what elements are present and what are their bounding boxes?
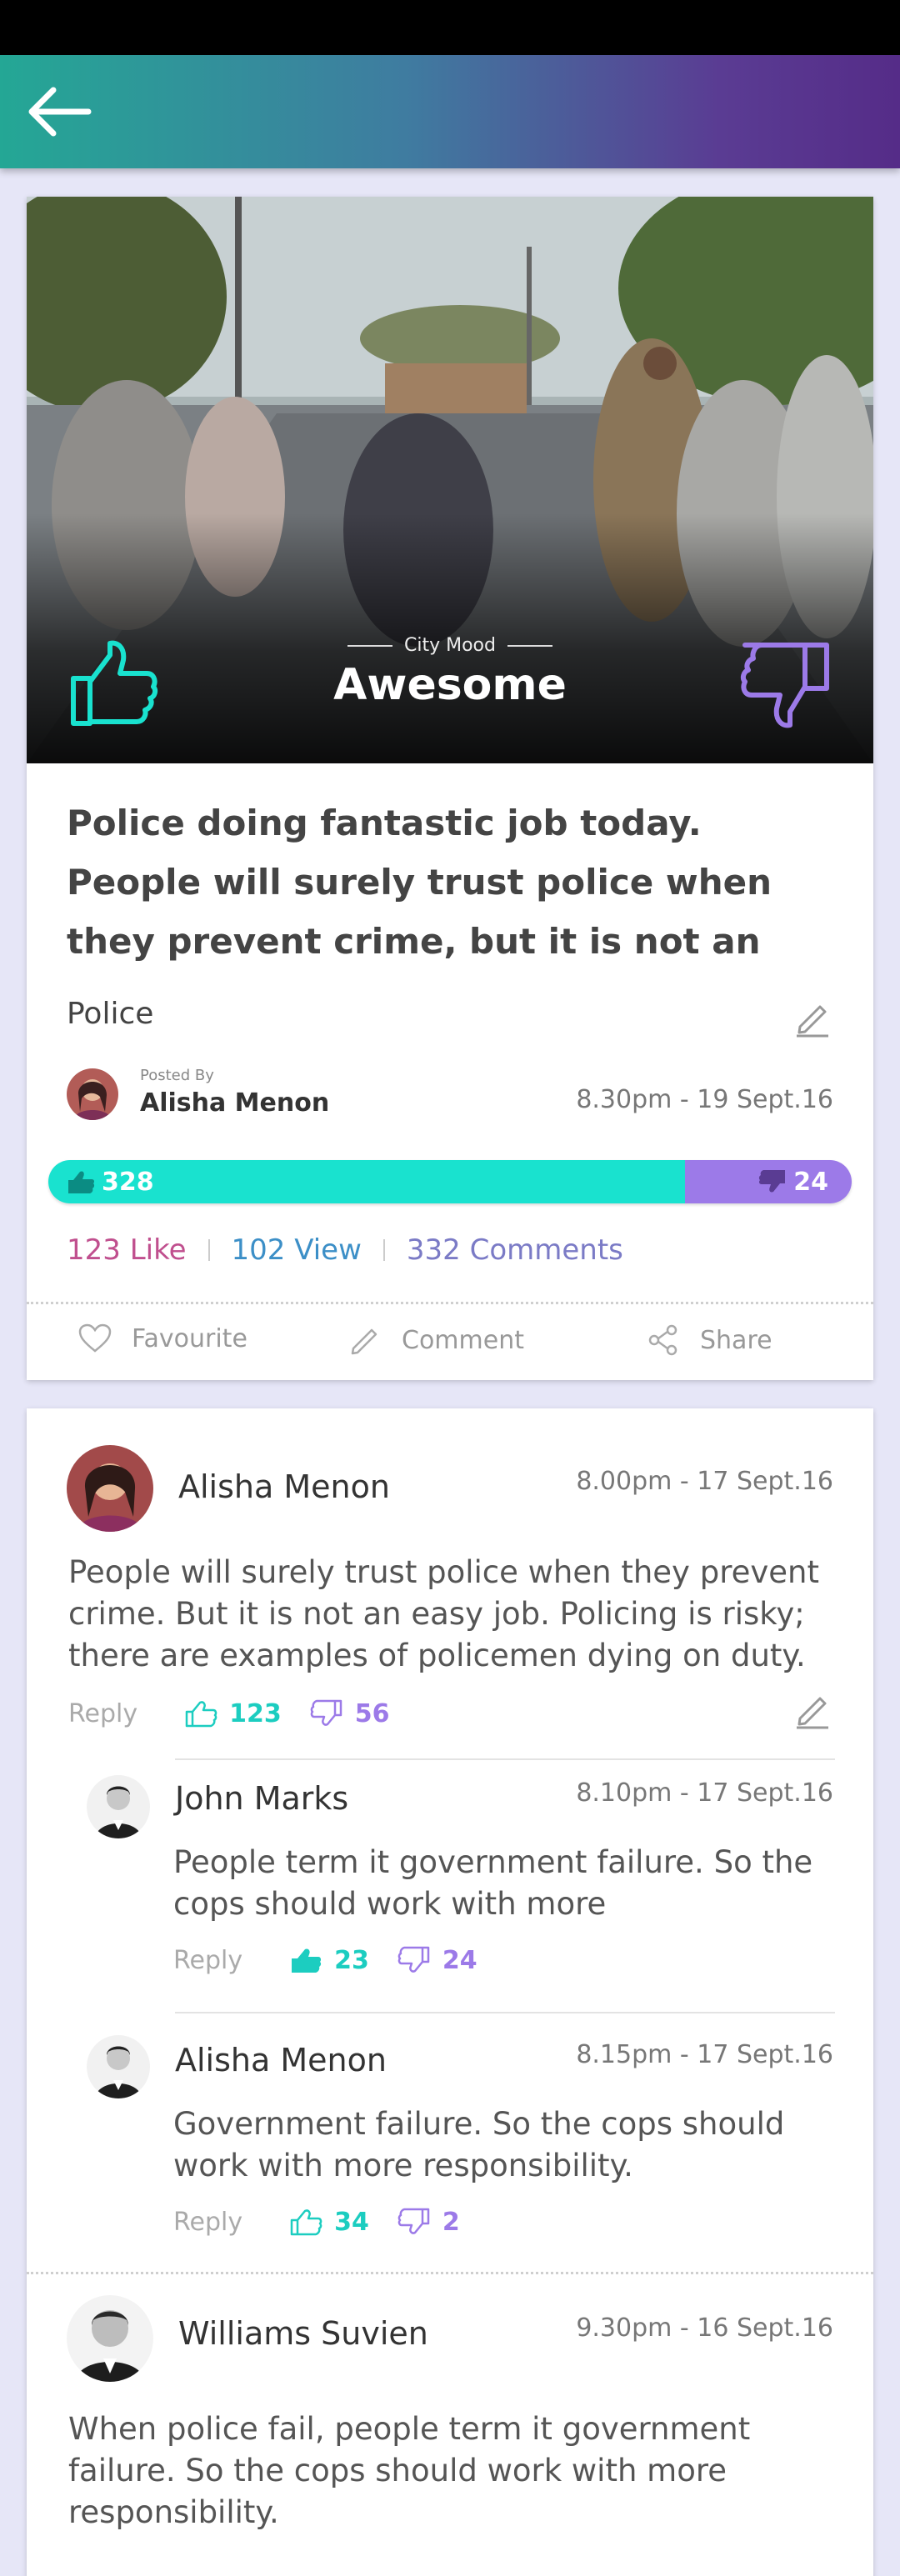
like-count-link[interactable]: 123 Like	[67, 1233, 187, 1267]
divider	[175, 1758, 835, 1760]
post-category: Police	[67, 997, 154, 1031]
comment-like-button[interactable]: 34	[289, 2207, 369, 2237]
back-button[interactable]	[22, 80, 97, 143]
posted-by-label: Posted By	[140, 1067, 214, 1084]
commenter-name[interactable]: John Marks	[175, 1780, 348, 1817]
post-stats: 123 Like 102 View 332 Comments	[67, 1233, 623, 1267]
commenter-name[interactable]: Alisha Menon	[178, 1468, 390, 1505]
divider	[175, 2012, 835, 2013]
thumbs-down-icon	[398, 1946, 430, 1973]
thumbs-down-icon	[398, 2208, 430, 2234]
comment-dislike-button[interactable]: 2	[398, 2207, 460, 2237]
author-avatar[interactable]	[67, 1068, 118, 1120]
comment-text: People will surely trust police when the…	[68, 1554, 819, 1673]
heart-icon	[78, 1323, 112, 1353]
comment-text: People term it government failure. So th…	[173, 1844, 813, 1922]
thumbs-down-icon	[759, 1170, 786, 1193]
thumbs-down-icon	[310, 1699, 342, 1726]
post-card: City Mood Awesome Police doing fantastic…	[27, 197, 873, 1380]
thumbs-up-icon	[185, 1701, 218, 1728]
commenter-name[interactable]: Williams Suvien	[178, 2315, 428, 2352]
pencil-icon	[797, 1697, 828, 1729]
comment-timestamp: 8.15pm - 17 Sept.16	[576, 2040, 833, 2069]
share-button[interactable]: Share	[647, 1323, 772, 1357]
comment-actions: Reply 23 24	[173, 1945, 478, 1975]
divider	[27, 1302, 873, 1304]
view-count-link[interactable]: 102 View	[232, 1233, 362, 1267]
hero-like-button[interactable]	[67, 638, 160, 730]
reply-button[interactable]: Reply	[173, 1946, 242, 1975]
edit-comment-button[interactable]	[792, 1688, 833, 1730]
thumbs-up-icon	[290, 2209, 322, 2236]
status-bar	[0, 0, 900, 55]
comments-card: Alisha Menon 8.00pm - 17 Sept.16 People …	[27, 1408, 873, 2576]
commenter-avatar[interactable]	[87, 2035, 150, 2098]
hero-dislike-button[interactable]	[740, 638, 833, 730]
commenter-avatar[interactable]	[67, 2295, 153, 2382]
post-title[interactable]: Police doing fantastic job today. People…	[67, 793, 833, 971]
comment-like-button[interactable]: 23	[289, 1945, 369, 1975]
pencil-icon	[351, 1328, 378, 1355]
favourite-button[interactable]: Favourite	[78, 1323, 248, 1353]
comment-timestamp: 8.10pm - 17 Sept.16	[576, 1778, 833, 1808]
pencil-icon	[797, 1005, 828, 1038]
thumbs-up-icon	[292, 1948, 322, 1973]
vote-ratio-bar: 328 24	[48, 1160, 852, 1203]
comment-like-button[interactable]: 123	[184, 1698, 282, 1728]
comment-timestamp: 8.00pm - 17 Sept.16	[576, 1467, 833, 1496]
author-name[interactable]: Alisha Menon	[140, 1088, 329, 1118]
vote-dislike-segment[interactable]: 24	[685, 1160, 852, 1203]
thumbs-up-icon	[71, 640, 158, 726]
comment-button[interactable]: Comment	[348, 1323, 524, 1357]
comment-actions: Reply 34 2	[173, 2207, 460, 2237]
arrow-left-icon	[28, 87, 92, 137]
divider	[27, 2272, 873, 2274]
comment-dislike-button[interactable]: 56	[310, 1698, 389, 1728]
comment-dislike-button[interactable]: 24	[398, 1945, 478, 1975]
share-icon	[648, 1324, 678, 1356]
reply-button[interactable]: Reply	[173, 2208, 242, 2237]
post-timestamp: 8.30pm - 19 Sept.16	[576, 1085, 833, 1114]
commenter-avatar[interactable]	[87, 1775, 150, 1838]
vote-like-segment[interactable]: 328	[48, 1160, 685, 1203]
comment-text: When police fail, people term it governm…	[68, 2411, 751, 2530]
comment-text: Government failure. So the cops should w…	[173, 2106, 785, 2183]
thumbs-up-icon	[68, 1171, 95, 1193]
post-photo: City Mood Awesome	[27, 197, 873, 763]
reply-button[interactable]: Reply	[68, 1699, 138, 1728]
commenter-name[interactable]: Alisha Menon	[175, 2042, 387, 2078]
thumbs-down-icon	[740, 643, 829, 728]
comment-actions: Reply 123 56	[68, 1698, 389, 1728]
commenter-avatar[interactable]	[67, 1445, 153, 1532]
edit-post-button[interactable]	[792, 997, 833, 1038]
app-bar	[0, 55, 900, 168]
comments-count-link[interactable]: 332 Comments	[407, 1233, 623, 1267]
comment-timestamp: 9.30pm - 16 Sept.16	[576, 2313, 833, 2343]
